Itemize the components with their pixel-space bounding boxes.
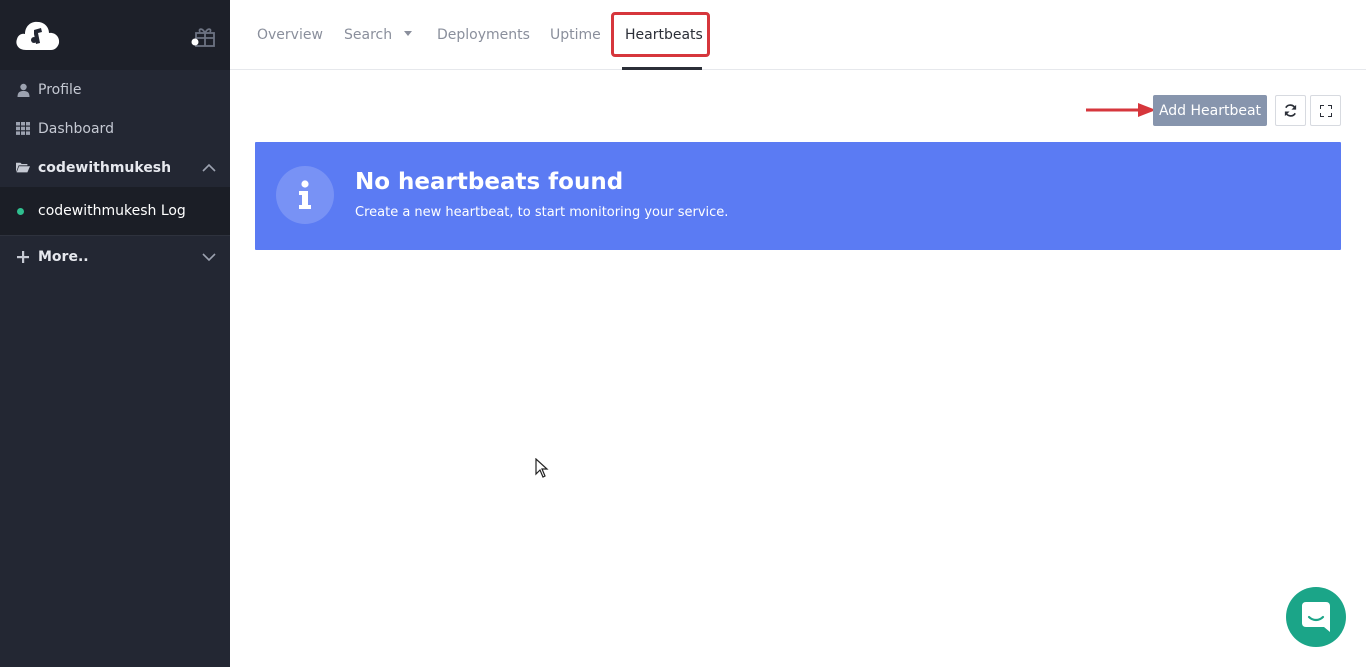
sidebar-item-label: codewithmukesh [38, 159, 172, 176]
sidebar-item-label: Profile [38, 81, 82, 98]
tab-label: Heartbeats [625, 27, 703, 43]
user-icon [16, 83, 30, 97]
tab-overview[interactable]: Overview [257, 0, 323, 70]
sidebar-item-codewithmukesh-log[interactable]: codewithmukesh Log [0, 187, 230, 236]
refresh-button[interactable] [1275, 95, 1306, 126]
tab-search[interactable]: Search [344, 0, 392, 70]
tab-heartbeats[interactable]: Heartbeats [625, 0, 703, 70]
sidebar-item-profile[interactable]: Profile [0, 70, 230, 109]
chat-launcher-button[interactable] [1286, 587, 1346, 647]
top-nav: Overview Search Deployments Uptime Heart… [230, 0, 1366, 70]
tab-label: Overview [257, 27, 323, 43]
info-icon [276, 166, 334, 224]
chat-icon [1302, 602, 1330, 632]
status-dot [17, 207, 24, 215]
tab-uptime[interactable]: Uptime [550, 0, 601, 70]
alert-message: Create a new heartbeat, to start monitor… [355, 205, 729, 220]
tab-label: Search [344, 27, 393, 43]
sidebar-item-label: Dashboard [38, 120, 114, 137]
mouse-cursor-icon [535, 458, 549, 478]
chevron-up-icon[interactable] [202, 161, 216, 175]
arrow-annotation-icon [1086, 103, 1156, 117]
tab-label: Uptime [550, 27, 601, 43]
gift-icon[interactable] [190, 24, 216, 48]
sidebar-header [0, 0, 230, 70]
folder-open-icon [16, 161, 30, 175]
sidebar-item-label: codewithmukesh Log [38, 203, 186, 219]
plus-icon [16, 250, 30, 264]
cloud-logo-icon[interactable] [14, 16, 62, 54]
chevron-down-icon[interactable] [202, 250, 216, 264]
empty-state-alert: No heartbeats found Create a new heartbe… [255, 142, 1341, 250]
caret-down-icon[interactable] [404, 31, 412, 36]
alert-title: No heartbeats found [355, 169, 624, 195]
add-heartbeat-button[interactable]: Add Heartbeat [1153, 95, 1267, 126]
active-tab-indicator [622, 67, 702, 70]
grid-icon [16, 122, 30, 136]
fullscreen-button[interactable] [1310, 95, 1341, 126]
tab-deployments[interactable]: Deployments [437, 0, 530, 70]
expand-icon [1319, 104, 1332, 117]
tab-label: Deployments [437, 27, 530, 43]
sidebar-item-more[interactable]: More.. [0, 237, 230, 276]
sidebar-item-codewithmukesh[interactable]: codewithmukesh [0, 148, 230, 187]
refresh-icon [1284, 104, 1297, 117]
sidebar-item-dashboard[interactable]: Dashboard [0, 109, 230, 148]
sidebar-item-label: More.. [38, 248, 89, 265]
sidebar: Profile Dashboard codewithmukesh codewit… [0, 0, 230, 667]
